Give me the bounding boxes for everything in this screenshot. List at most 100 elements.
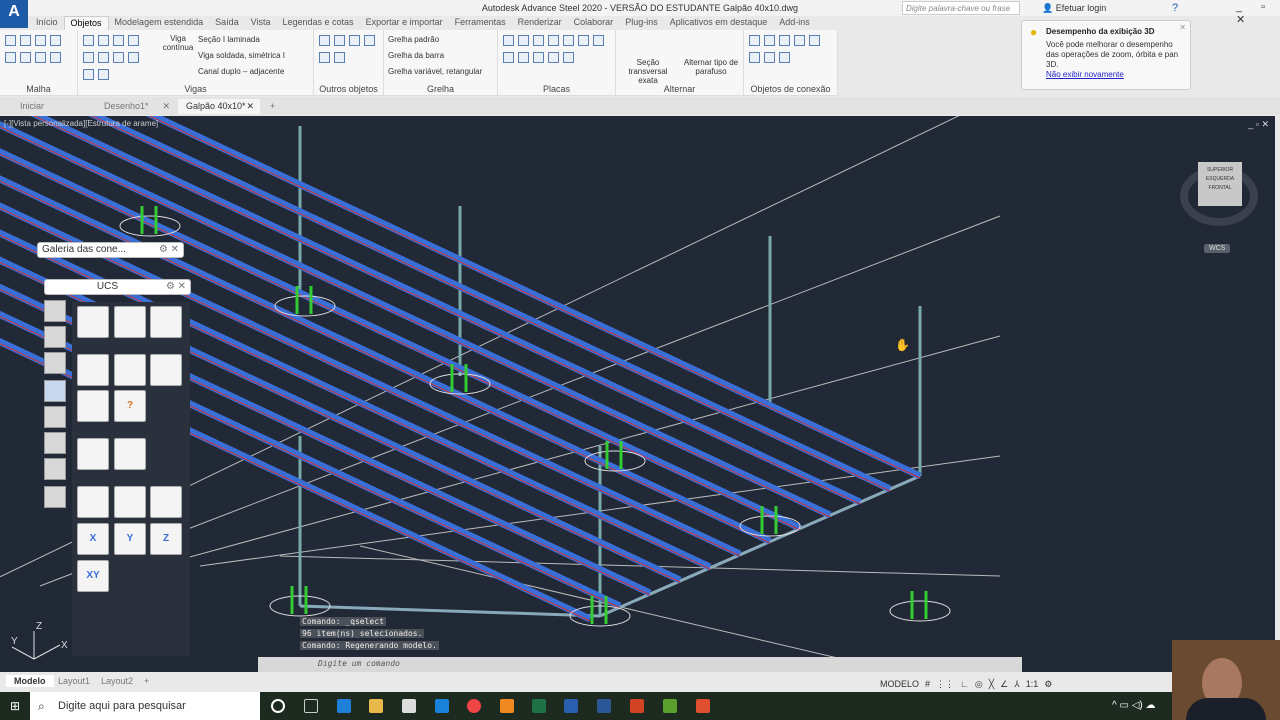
- close-icon[interactable]: ✕: [1179, 23, 1186, 33]
- add-layout-button[interactable]: +: [144, 676, 149, 686]
- palette-tab[interactable]: [44, 432, 66, 454]
- double-channel-button[interactable]: Canal duplo – adjacente: [198, 67, 284, 76]
- recorder-icon[interactable]: [696, 699, 710, 713]
- viewcube-front[interactable]: FRONTAL: [1198, 184, 1242, 193]
- plate-icon[interactable]: [503, 52, 514, 63]
- ucs-rotate-y-button[interactable]: [114, 486, 146, 518]
- close-icon[interactable]: ✕: [162, 101, 170, 112]
- shape-icon[interactable]: [349, 35, 360, 46]
- annotation-scale[interactable]: 1:1: [1026, 679, 1039, 689]
- tab-plugins[interactable]: Plug-ins: [619, 16, 664, 30]
- model-space-button[interactable]: MODELO: [880, 679, 919, 689]
- welded-beam-button[interactable]: Viga soldada, simétrica I: [198, 51, 285, 60]
- beam-icon[interactable]: [113, 52, 124, 63]
- plate-icon[interactable]: [518, 35, 529, 46]
- viewcube-top[interactable]: SUPERIOR: [1198, 166, 1242, 175]
- camtasia-icon[interactable]: [663, 699, 677, 713]
- tab-addins[interactable]: Add-ins: [773, 16, 816, 30]
- powerpoint-icon[interactable]: [630, 699, 644, 713]
- word-icon[interactable]: [597, 699, 611, 713]
- close-icon[interactable]: ✕: [246, 101, 254, 112]
- login-button[interactable]: 👤 Efetuar login: [1042, 3, 1106, 14]
- palette-controls-icon[interactable]: ⚙ ✕: [166, 281, 186, 292]
- palette-controls-icon[interactable]: ⚙ ✕: [159, 244, 179, 255]
- annotation-icon[interactable]: ⅄: [1014, 679, 1020, 690]
- grid-icon[interactable]: [50, 35, 61, 46]
- palette-tab[interactable]: [44, 326, 66, 348]
- connection-icon[interactable]: [749, 52, 760, 63]
- ucs-object-button[interactable]: [150, 306, 182, 338]
- task-view-icon[interactable]: [304, 699, 318, 713]
- polar-icon[interactable]: ◎: [975, 679, 983, 690]
- snap-icon[interactable]: ⋮⋮: [936, 679, 954, 690]
- grid-icon[interactable]: [35, 35, 46, 46]
- grid-icon[interactable]: [5, 52, 16, 63]
- grid-bar-button[interactable]: Grelha da barra: [388, 51, 444, 60]
- connection-icon[interactable]: [764, 52, 775, 63]
- palette-tab-active[interactable]: [44, 380, 66, 402]
- rolled-section-button[interactable]: Seção I laminada: [198, 35, 260, 44]
- connection-gallery-palette-header[interactable]: Galeria das cone... ⚙ ✕: [37, 242, 184, 258]
- grid-icon[interactable]: #: [925, 679, 930, 689]
- beam-icon[interactable]: [128, 35, 139, 46]
- tab-ferramentas[interactable]: Ferramentas: [449, 16, 512, 30]
- grid-icon[interactable]: [20, 52, 31, 63]
- tab-exportar[interactable]: Exportar e importar: [360, 16, 449, 30]
- ucs-rotate-z-button[interactable]: [150, 486, 182, 518]
- plate-icon[interactable]: [533, 35, 544, 46]
- grid-icon[interactable]: [50, 52, 61, 63]
- plate-icon[interactable]: [518, 52, 529, 63]
- tab-vista[interactable]: Vista: [245, 16, 277, 30]
- beam-icon[interactable]: [83, 35, 94, 46]
- plate-icon[interactable]: [563, 52, 574, 63]
- grid-icon[interactable]: [35, 52, 46, 63]
- shape-icon[interactable]: [334, 52, 345, 63]
- app-icon[interactable]: [500, 699, 514, 713]
- file-explorer-icon[interactable]: [369, 699, 383, 713]
- connection-icon[interactable]: [809, 35, 820, 46]
- gear-icon[interactable]: ⚙: [1044, 679, 1052, 690]
- ucs-palette-header[interactable]: UCS ⚙ ✕: [44, 279, 191, 295]
- doc-tab-galpao[interactable]: Galpão 40x10* ✕: [178, 99, 260, 114]
- ucs-xy-button[interactable]: XY: [77, 560, 109, 592]
- system-tray-icons[interactable]: ^ ▭ ◁) ☁: [1112, 700, 1156, 711]
- plate-icon[interactable]: [563, 35, 574, 46]
- store-icon[interactable]: [402, 699, 416, 713]
- beam-icon[interactable]: [128, 52, 139, 63]
- tab-layout1[interactable]: Layout1: [58, 676, 90, 686]
- grid-variable-button[interactable]: Grelha variável, retangular: [388, 67, 482, 76]
- ucs-eye-button[interactable]: [77, 438, 109, 470]
- ucs-3point-button[interactable]: [114, 306, 146, 338]
- beam-icon[interactable]: [98, 35, 109, 46]
- ucs-y-button[interactable]: Y: [114, 523, 146, 555]
- ucs-help-button[interactable]: ?: [114, 390, 146, 422]
- beam-icon[interactable]: [113, 35, 124, 46]
- tab-renderizar[interactable]: Renderizar: [512, 16, 568, 30]
- ucs-x-button[interactable]: X: [77, 523, 109, 555]
- connection-icon[interactable]: [764, 35, 775, 46]
- tab-inicio[interactable]: Início: [30, 16, 64, 30]
- ucs-eye2-button[interactable]: [114, 438, 146, 470]
- ucs-world-button[interactable]: [77, 306, 109, 338]
- connection-icon[interactable]: [749, 35, 760, 46]
- ucs-z-button[interactable]: Z: [150, 523, 182, 555]
- palette-tab[interactable]: [44, 352, 66, 374]
- plate-icon[interactable]: [578, 35, 589, 46]
- plate-icon[interactable]: [503, 35, 514, 46]
- ucs-view-button[interactable]: [114, 354, 146, 386]
- grid-icon[interactable]: [20, 35, 31, 46]
- viewcube[interactable]: SUPERIOR ESQUERDA FRONTAL: [1198, 162, 1242, 206]
- palette-tab[interactable]: [44, 486, 66, 508]
- tab-aplicativos[interactable]: Aplicativos em destaque: [664, 16, 774, 30]
- ortho-icon[interactable]: ∟: [960, 679, 969, 689]
- ucs-previous-button[interactable]: [150, 354, 182, 386]
- dont-show-again-link[interactable]: Não exibir novamente: [1046, 70, 1124, 79]
- tab-layout2[interactable]: Layout2: [101, 676, 133, 686]
- windows-start-icon[interactable]: ⊞: [10, 699, 20, 713]
- connection-icon[interactable]: [794, 35, 805, 46]
- bolt-type-button[interactable]: Alternar tipo de parafuso: [680, 58, 742, 76]
- beam-icon[interactable]: [83, 69, 94, 80]
- palette-tab[interactable]: [44, 406, 66, 428]
- palette-tab[interactable]: [44, 300, 66, 322]
- grid-icon[interactable]: [5, 35, 16, 46]
